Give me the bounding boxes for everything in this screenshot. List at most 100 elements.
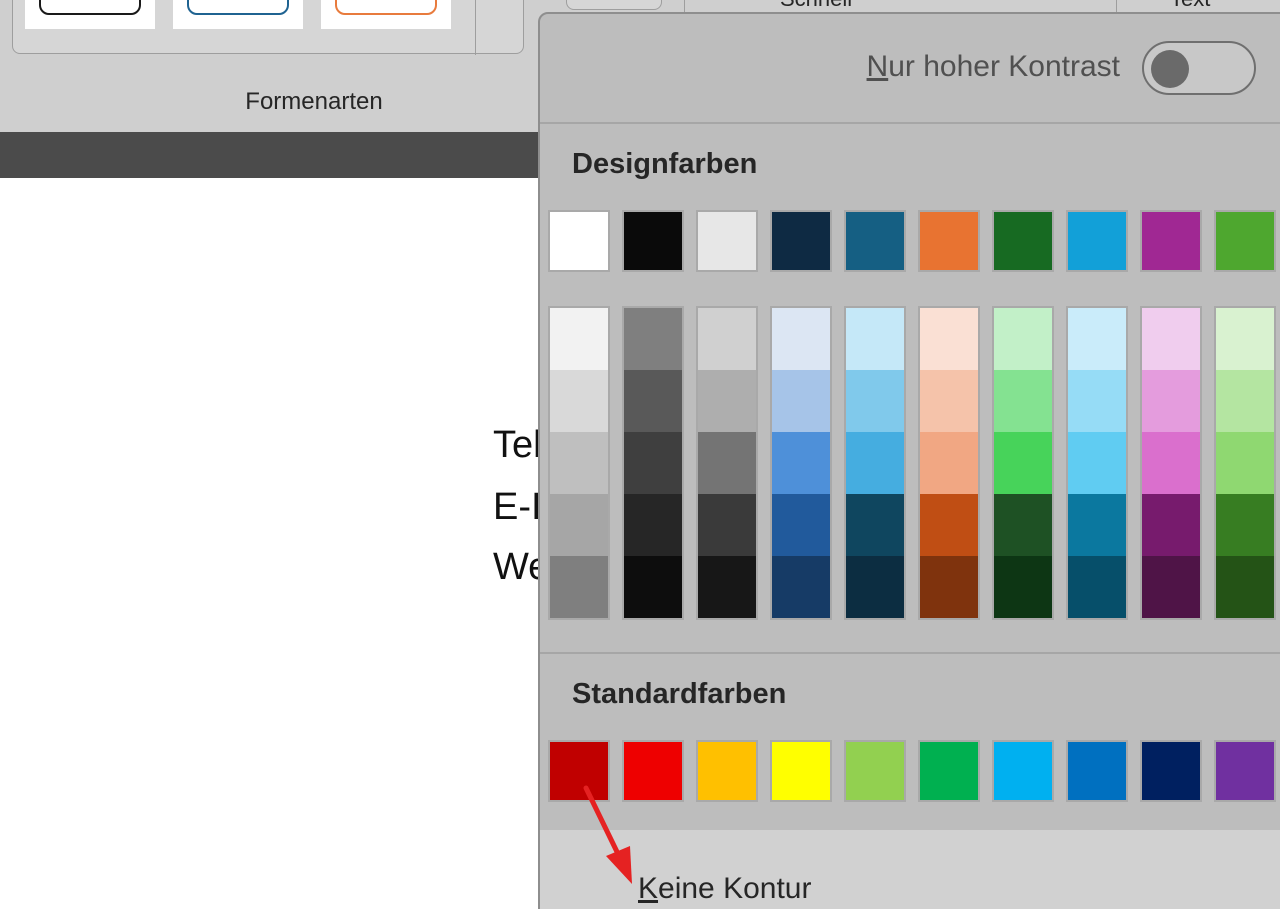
shape-style-thumb-3[interactable] <box>321 0 451 29</box>
theme-color-swatch[interactable] <box>622 210 684 272</box>
theme-shade-swatch[interactable] <box>624 494 682 556</box>
theme-color-swatch[interactable] <box>1140 210 1202 272</box>
theme-shade-swatch[interactable] <box>550 370 608 432</box>
theme-color-swatch[interactable] <box>1066 210 1128 272</box>
theme-shade-swatch[interactable] <box>1142 432 1200 494</box>
text-group-label[interactable]: Text <box>1170 0 1210 12</box>
theme-shade-swatch[interactable] <box>698 494 756 556</box>
standard-color-swatch[interactable] <box>548 740 610 802</box>
shape-style-preview <box>39 0 141 15</box>
standard-color-swatch[interactable] <box>844 740 906 802</box>
theme-shade-swatch[interactable] <box>1068 494 1126 556</box>
theme-shade-swatch[interactable] <box>698 432 756 494</box>
standard-color-swatch[interactable] <box>1066 740 1128 802</box>
theme-shade-swatch[interactable] <box>994 432 1052 494</box>
standard-color-swatch[interactable] <box>1140 740 1202 802</box>
theme-color-swatch[interactable] <box>770 210 832 272</box>
theme-shade-swatch[interactable] <box>846 308 904 370</box>
theme-shade-swatch[interactable] <box>846 494 904 556</box>
theme-shade-swatch[interactable] <box>698 308 756 370</box>
theme-shade-swatch[interactable] <box>920 494 978 556</box>
high-contrast-label-text: ur hoher Kontrast <box>888 50 1120 83</box>
mnemonic-letter: K <box>638 872 659 905</box>
shape-style-thumb-1[interactable] <box>25 0 155 29</box>
quick-styles-label[interactable]: Schnell <box>780 0 852 12</box>
theme-shade-column <box>992 306 1054 620</box>
theme-shade-swatch[interactable] <box>772 556 830 618</box>
theme-shade-swatch[interactable] <box>1142 308 1200 370</box>
theme-shade-swatch[interactable] <box>994 494 1052 556</box>
theme-shade-swatch[interactable] <box>846 370 904 432</box>
theme-shade-swatch[interactable] <box>994 308 1052 370</box>
theme-shade-swatch[interactable] <box>1216 494 1274 556</box>
theme-shade-column <box>548 306 610 620</box>
no-outline-label: Keine Kontur <box>638 872 811 906</box>
separator <box>540 652 1280 654</box>
theme-shade-swatch[interactable] <box>1216 432 1274 494</box>
standard-color-swatch[interactable] <box>992 740 1054 802</box>
shape-style-preview <box>187 0 289 15</box>
theme-shade-swatch[interactable] <box>698 556 756 618</box>
standard-color-swatch[interactable] <box>770 740 832 802</box>
theme-shade-swatch[interactable] <box>846 556 904 618</box>
theme-shade-swatch[interactable] <box>1068 370 1126 432</box>
theme-shade-swatch[interactable] <box>1216 370 1274 432</box>
theme-shade-swatch[interactable] <box>550 432 608 494</box>
theme-shade-swatch[interactable] <box>772 370 830 432</box>
design-colors-heading: Designfarben <box>572 148 758 180</box>
toggle-knob <box>1151 50 1189 88</box>
standard-color-swatch[interactable] <box>696 740 758 802</box>
theme-color-swatch[interactable] <box>1214 210 1276 272</box>
theme-color-swatch[interactable] <box>548 210 610 272</box>
theme-shade-swatch[interactable] <box>1142 370 1200 432</box>
theme-shade-swatch[interactable] <box>1068 556 1126 618</box>
theme-shade-column <box>1066 306 1128 620</box>
theme-color-swatch[interactable] <box>696 210 758 272</box>
shape-styles-gallery <box>12 0 524 55</box>
theme-shade-swatch[interactable] <box>920 432 978 494</box>
theme-shade-swatch[interactable] <box>550 308 608 370</box>
theme-shade-swatch[interactable] <box>920 308 978 370</box>
theme-color-swatch[interactable] <box>918 210 980 272</box>
theme-shade-swatch[interactable] <box>624 370 682 432</box>
theme-shade-swatch[interactable] <box>772 432 830 494</box>
standard-color-swatch[interactable] <box>918 740 980 802</box>
standard-color-swatch[interactable] <box>622 740 684 802</box>
ribbon-group-label: Formenarten <box>245 88 383 115</box>
theme-shade-swatch[interactable] <box>920 370 978 432</box>
theme-shade-swatch[interactable] <box>994 556 1052 618</box>
theme-shade-swatch[interactable] <box>550 556 608 618</box>
separator <box>540 122 1280 124</box>
theme-shade-swatch[interactable] <box>698 370 756 432</box>
theme-shade-swatch[interactable] <box>1068 308 1126 370</box>
outline-color-flyout: Nur hoher Kontrast Designfarben Standard… <box>538 12 1280 909</box>
theme-shade-column <box>696 306 758 620</box>
gallery-more-button[interactable] <box>475 0 537 55</box>
standard-colors-heading: Standardfarben <box>572 678 787 710</box>
theme-shade-swatch[interactable] <box>624 308 682 370</box>
high-contrast-label: Nur hoher Kontrast <box>867 50 1120 84</box>
theme-shade-column <box>1214 306 1276 620</box>
theme-shade-swatch[interactable] <box>920 556 978 618</box>
theme-shade-swatch[interactable] <box>1216 308 1274 370</box>
theme-shade-swatch[interactable] <box>1068 432 1126 494</box>
theme-shade-swatch[interactable] <box>772 494 830 556</box>
ribbon-partial-button[interactable] <box>566 0 662 10</box>
high-contrast-toggle[interactable] <box>1142 41 1256 95</box>
theme-shade-swatch[interactable] <box>624 432 682 494</box>
theme-color-swatch[interactable] <box>844 210 906 272</box>
theme-shade-swatch[interactable] <box>772 308 830 370</box>
theme-color-swatch[interactable] <box>992 210 1054 272</box>
standard-color-swatch[interactable] <box>1214 740 1276 802</box>
theme-shade-swatch[interactable] <box>550 494 608 556</box>
theme-shade-swatch[interactable] <box>846 432 904 494</box>
no-outline-menu-item[interactable]: Keine Kontur <box>540 830 1280 909</box>
theme-shade-swatch[interactable] <box>1142 494 1200 556</box>
theme-shade-swatch[interactable] <box>1142 556 1200 618</box>
theme-shade-swatch[interactable] <box>1216 556 1274 618</box>
theme-shade-swatch[interactable] <box>624 556 682 618</box>
shape-style-thumb-2[interactable] <box>173 0 303 29</box>
doc-text-line: Tel <box>493 424 542 466</box>
theme-shade-column <box>918 306 980 620</box>
theme-shade-swatch[interactable] <box>994 370 1052 432</box>
